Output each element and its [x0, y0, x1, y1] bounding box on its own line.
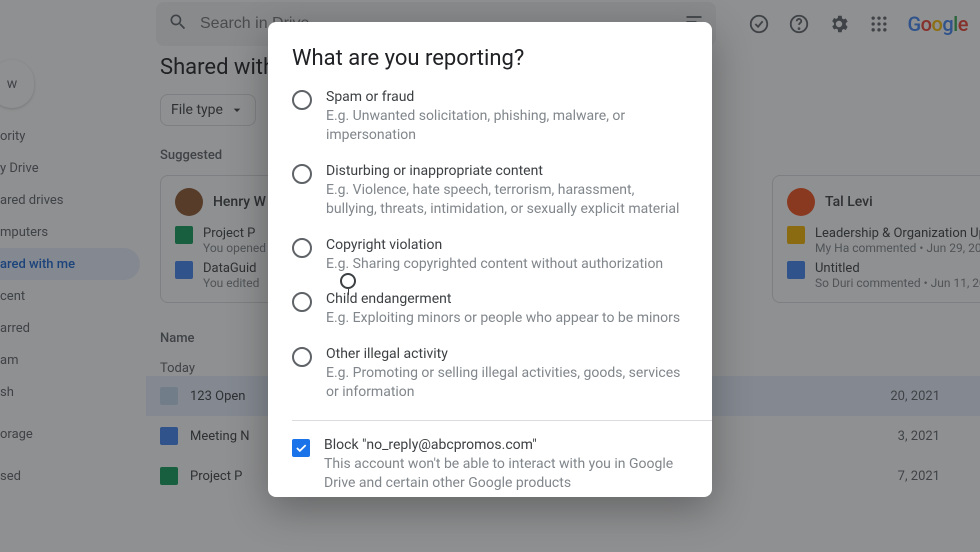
option-label: Child endangerment [326, 291, 680, 307]
option-desc: E.g. Exploiting minors or people who app… [326, 309, 680, 328]
option-label: Spam or fraud [326, 89, 688, 105]
report-option-disturbing[interactable]: Disturbing or inappropriate content E.g. … [292, 163, 688, 219]
block-checkbox[interactable] [292, 439, 310, 457]
radio-icon [292, 238, 312, 258]
modal-overlay: What are you reporting? Spam or fraud E.g… [0, 0, 980, 552]
modal-title: What are you reporting? [292, 46, 688, 71]
report-option-child[interactable]: Child endangerment E.g. Exploiting minors… [292, 291, 688, 328]
option-desc: E.g. Promoting or selling illegal activi… [326, 364, 688, 402]
option-label: Other illegal activity [326, 346, 688, 362]
option-desc: E.g. Sharing copyrighted content without… [326, 255, 663, 274]
option-label: Copyright violation [326, 237, 663, 253]
option-label: Disturbing or inappropriate content [326, 163, 688, 179]
block-desc: This account won't be able to interact w… [324, 455, 688, 493]
option-desc: E.g. Violence, hate speech, terrorism, h… [326, 181, 688, 219]
report-modal: What are you reporting? Spam or fraud E.g… [268, 22, 712, 497]
option-desc: E.g. Unwanted solicitation, phishing, ma… [326, 107, 688, 145]
report-option-copyright[interactable]: Copyright violation E.g. Sharing copyrigh… [292, 237, 688, 274]
block-label: Block "no_reply@abcpromos.com" [324, 437, 688, 453]
divider [292, 420, 712, 421]
report-option-spam[interactable]: Spam or fraud E.g. Unwanted solicitation,… [292, 89, 688, 145]
radio-icon [292, 164, 312, 184]
radio-icon [292, 292, 312, 312]
radio-icon [292, 347, 312, 367]
radio-icon [292, 90, 312, 110]
report-option-other[interactable]: Other illegal activity E.g. Promoting or … [292, 346, 688, 402]
